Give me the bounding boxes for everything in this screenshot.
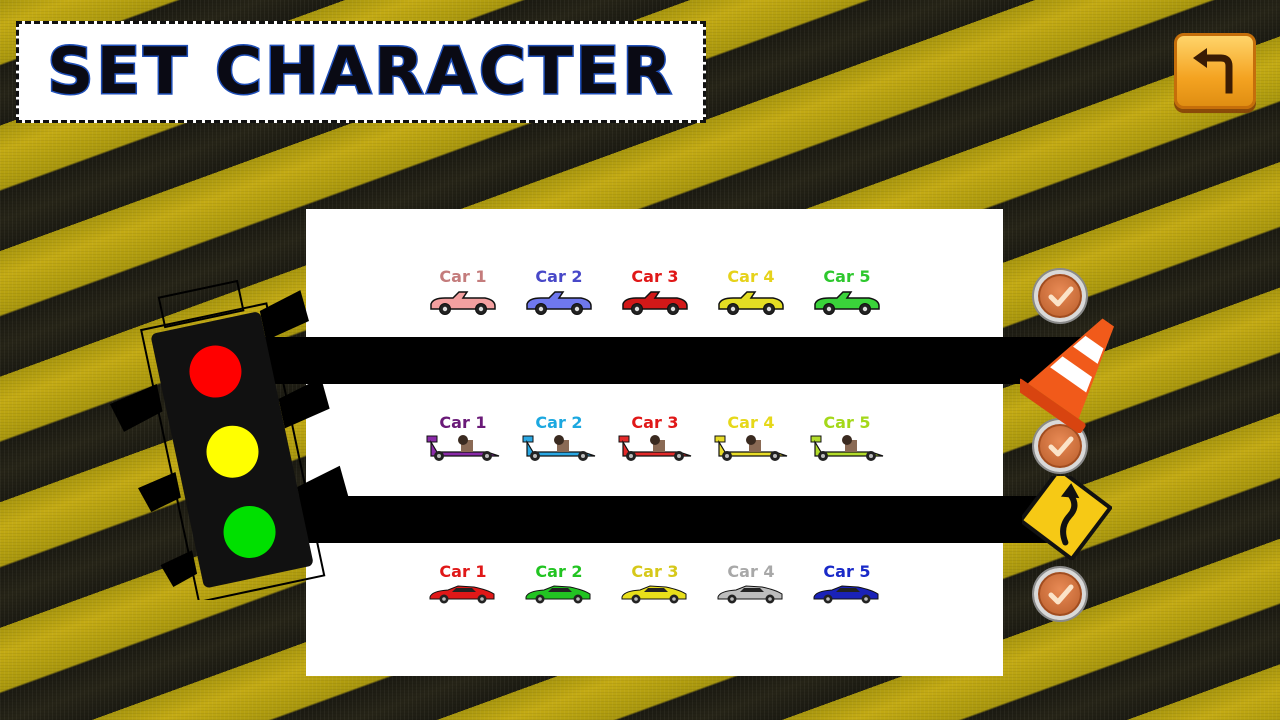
car-label: Car 1 [439,562,487,581]
sports-car-icon [429,585,495,604]
car-option[interactable]: Car 5 [802,268,892,316]
car-option[interactable]: Car 5 [802,563,892,605]
car-label: Car 5 [823,267,871,286]
back-button[interactable] [1174,33,1256,109]
car-option[interactable]: Car 3 [610,268,700,316]
road-lane [262,337,1082,384]
car-label: Car 1 [439,413,487,432]
car-label: Car 5 [823,413,871,432]
car-option[interactable]: Car 5 [802,414,892,462]
car-option[interactable]: Car 2 [514,563,604,605]
car-option[interactable]: Car 4 [706,414,796,462]
select-row-3-checkbox[interactable] [1034,568,1086,620]
convertible-car-icon [622,291,688,315]
car-option[interactable]: Car 1 [418,268,508,316]
car-option[interactable]: Car 2 [514,414,604,462]
convertible-car-icon [718,291,784,315]
traffic-light-icon [109,280,349,600]
convertible-car-icon [814,291,880,315]
car-label: Car 3 [631,413,679,432]
convertible-car-icon [430,291,496,315]
formula-car-icon [810,435,884,461]
car-label: Car 2 [535,562,583,581]
car-option[interactable]: Car 1 [418,414,508,462]
car-label: Car 3 [631,562,679,581]
convertible-car-icon [526,291,592,315]
car-option[interactable]: Car 3 [610,414,700,462]
car-label: Car 4 [727,267,775,286]
curve-road-sign-icon [1022,476,1112,560]
car-option[interactable]: Car 4 [706,268,796,316]
car-option[interactable]: Car 2 [514,268,604,316]
car-label: Car 4 [727,413,775,432]
sports-car-icon [621,585,687,604]
title-banner: SET CHARACTER [16,21,706,123]
car-option[interactable]: Car 1 [418,563,508,605]
formula-car-icon [426,435,500,461]
car-label: Car 2 [535,267,583,286]
checkmark-icon [1048,286,1074,307]
game-screen: SET CHARACTER Car 1 Car 2 Car 3 Car 4 Ca… [0,0,1280,720]
back-arrow-icon [1193,48,1233,94]
formula-car-icon [618,435,692,461]
car-label: Car 4 [727,562,775,581]
car-label: Car 3 [631,267,679,286]
sports-car-icon [525,585,591,604]
car-label: Car 2 [535,413,583,432]
sports-car-icon [717,585,783,604]
sports-car-icon [813,585,879,604]
traffic-cone-icon [1020,318,1115,433]
car-option[interactable]: Car 3 [610,563,700,605]
car-option[interactable]: Car 4 [706,563,796,605]
road-lane [262,496,1052,543]
checkmark-icon [1048,584,1074,605]
formula-car-icon [522,435,596,461]
page-title: SET CHARACTER [46,34,675,111]
car-label: Car 1 [439,267,487,286]
formula-car-icon [714,435,788,461]
checkmark-icon [1048,436,1074,457]
car-label: Car 5 [823,562,871,581]
